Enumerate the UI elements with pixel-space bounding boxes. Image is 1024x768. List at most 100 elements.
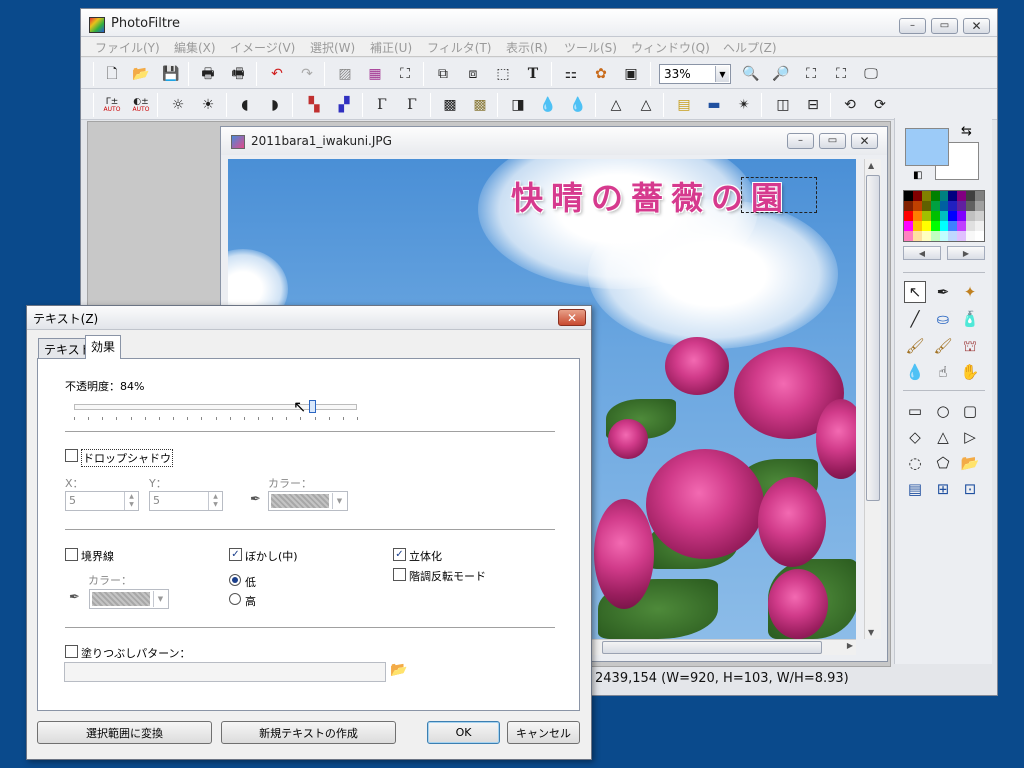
border-color-picker[interactable]: ▼ (89, 589, 169, 609)
image-close-button[interactable]: ✕ (851, 133, 878, 149)
default-colors-icon[interactable]: ◧ (913, 170, 922, 181)
blur-checkbox[interactable]: ✓ (229, 548, 242, 561)
zoom-out-icon[interactable]: 🔎 (770, 63, 792, 85)
magic-wand-tool-icon[interactable]: ✦ (959, 281, 981, 303)
emboss-icon[interactable]: △ (635, 94, 657, 116)
image-minimize-button[interactable]: – (787, 133, 814, 149)
gradient-icon[interactable]: ▤ (673, 94, 695, 116)
fill-pattern-checkbox[interactable] (65, 645, 78, 658)
scan-icon[interactable]: 🖷 (227, 63, 249, 85)
pattern-path-input[interactable] (64, 662, 386, 682)
explorer-icon[interactable]: ▣ (620, 63, 642, 85)
menu-adjust[interactable]: 補正(U) (370, 39, 412, 56)
select-all-icon[interactable]: ▤ (904, 478, 926, 500)
menu-image[interactable]: イメージ(V) (230, 39, 295, 56)
brush-tool-icon[interactable]: 🖌 (904, 335, 926, 357)
grayscale-icon[interactable]: ▩ (439, 94, 461, 116)
line-tool-icon[interactable]: ╱ (904, 308, 926, 330)
menu-filter[interactable]: フィルタ(T) (427, 39, 491, 56)
eyedropper-icon[interactable]: ✒ (69, 590, 80, 605)
shadow-y-input[interactable]: 5 ▲ ▼ (149, 491, 223, 511)
menu-help[interactable]: ヘルプ(Z) (723, 39, 777, 56)
print-icon[interactable]: 🖶 (197, 63, 219, 85)
crop-icon[interactable]: ⬚ (492, 63, 514, 85)
fade-icon[interactable]: ▨ (334, 63, 356, 85)
blur-low-radio[interactable] (229, 574, 241, 586)
select-ratio-icon[interactable]: ⊡ (959, 478, 981, 500)
advanced-brush-tool-icon[interactable]: 🖌 (932, 335, 954, 357)
undo-icon[interactable]: ↶ (266, 63, 288, 85)
chevron-down-icon[interactable]: ▼ (332, 493, 346, 509)
shadow-color-picker[interactable]: ▼ (268, 491, 348, 511)
minimize-button[interactable]: – (899, 18, 926, 34)
contrast-plus-icon[interactable]: ◗ (264, 94, 286, 116)
cancel-button[interactable]: キャンセル (507, 721, 580, 744)
contrast-minus-icon[interactable]: ◖ (234, 94, 256, 116)
border-checkbox[interactable] (65, 548, 78, 561)
right-triangle-select-icon[interactable]: ▷ (959, 426, 981, 448)
rectangle-select-icon[interactable]: ▭ (904, 400, 926, 422)
ok-button[interactable]: OK (427, 721, 500, 744)
flip-vertical-icon[interactable]: ⊟ (802, 94, 824, 116)
stamp-tool-icon[interactable]: ⛫ (959, 335, 981, 357)
new-text-button[interactable]: 新規テキストの作成 (221, 721, 396, 744)
blur-icon[interactable]: 💧 (537, 94, 559, 116)
auto-contrast-icon[interactable]: ◐± AUTO (130, 94, 152, 116)
brightness-minus-icon[interactable]: ☼ (167, 94, 189, 116)
text-icon[interactable]: T (522, 63, 544, 85)
auto-levels-icon[interactable]: Γ± AUTO (101, 94, 123, 116)
rotate-left-icon[interactable]: ⟲ (839, 94, 861, 116)
menu-window[interactable]: ウィンドウ(Q) (631, 39, 710, 56)
plugin-icon[interactable]: ✿ (590, 63, 612, 85)
rotate-right-icon[interactable]: ⟳ (869, 94, 891, 116)
blur-high-radio[interactable] (229, 593, 241, 605)
browse-folder-icon[interactable]: 📂 (390, 662, 407, 678)
vertical-scroll-thumb[interactable] (866, 175, 880, 501)
fit-window-icon[interactable]: ⛶ (830, 63, 852, 85)
zoom-in-icon[interactable]: 🔍 (740, 63, 762, 85)
new-file-icon[interactable]: 🗋 (101, 63, 123, 85)
image-maximize-button[interactable]: ▭ (819, 133, 846, 149)
polygon-select-icon[interactable]: ⬠ (932, 452, 954, 474)
soften-icon[interactable]: △ (605, 94, 627, 116)
brightness-plus-icon[interactable]: ☀ (197, 94, 219, 116)
chevron-down-icon[interactable]: ▼ (153, 591, 167, 607)
palette-prev-icon[interactable]: ◀ (903, 246, 941, 260)
spinner-arrows-icon[interactable]: ▲ ▼ (124, 492, 138, 510)
menu-edit[interactable]: 編集(X) (174, 39, 216, 56)
frame-icon[interactable]: ▬ (703, 94, 725, 116)
actual-size-icon[interactable]: ⛶ (800, 63, 822, 85)
tab-effects[interactable]: 効果 (85, 335, 122, 359)
canvas-size-icon[interactable]: ⧈ (462, 63, 484, 85)
lasso-select-icon[interactable]: ◌ (904, 452, 926, 474)
image-window-title-bar[interactable]: 2011bara1_iwakuni.JPG – ▭ ✕ (221, 127, 887, 155)
palette-next-icon[interactable]: ▶ (947, 246, 985, 260)
flip-horizontal-icon[interactable]: ◫ (772, 94, 794, 116)
dialog-title-bar[interactable]: テキスト(Z) ✕ (27, 306, 591, 330)
color-palette-icon[interactable]: ▦ (364, 63, 386, 85)
shadow-x-input[interactable]: 5 ▲ ▼ (65, 491, 139, 511)
ellipse-select-icon[interactable]: ○ (932, 400, 954, 422)
color-palette[interactable] (903, 190, 985, 242)
negative-icon[interactable]: ◨ (507, 94, 529, 116)
eyedropper-icon[interactable]: ✒ (250, 492, 261, 507)
gamma-minus-icon[interactable]: Γ (371, 94, 393, 116)
scroll-right-icon[interactable]: ▶ (847, 641, 853, 650)
chevron-down-icon[interactable]: ▼ (715, 66, 729, 82)
sharpen-icon[interactable]: 💧 (567, 94, 589, 116)
close-button[interactable]: ✕ (963, 18, 990, 34)
redo-icon[interactable]: ↷ (296, 63, 318, 85)
smudge-tool-icon[interactable]: ☝ (932, 361, 954, 383)
gamma-plus-icon[interactable]: Γ (401, 94, 423, 116)
fullscreen-icon[interactable]: 🖵 (860, 63, 882, 85)
eyedropper-tool-icon[interactable]: ✒ (932, 281, 954, 303)
vertical-scrollbar[interactable]: ▲ ▼ (864, 159, 881, 639)
selection-rectangle[interactable] (741, 177, 817, 213)
automation-icon[interactable]: ⚏ (560, 63, 582, 85)
menu-tools[interactable]: ツール(S) (564, 39, 617, 56)
menu-select[interactable]: 選択(W) (310, 39, 355, 56)
menu-file[interactable]: ファイル(Y) (95, 39, 160, 56)
triangle-select-icon[interactable]: △ (932, 426, 954, 448)
foreground-color-swatch[interactable] (905, 128, 949, 166)
select-invert-icon[interactable]: ⊞ (932, 478, 954, 500)
